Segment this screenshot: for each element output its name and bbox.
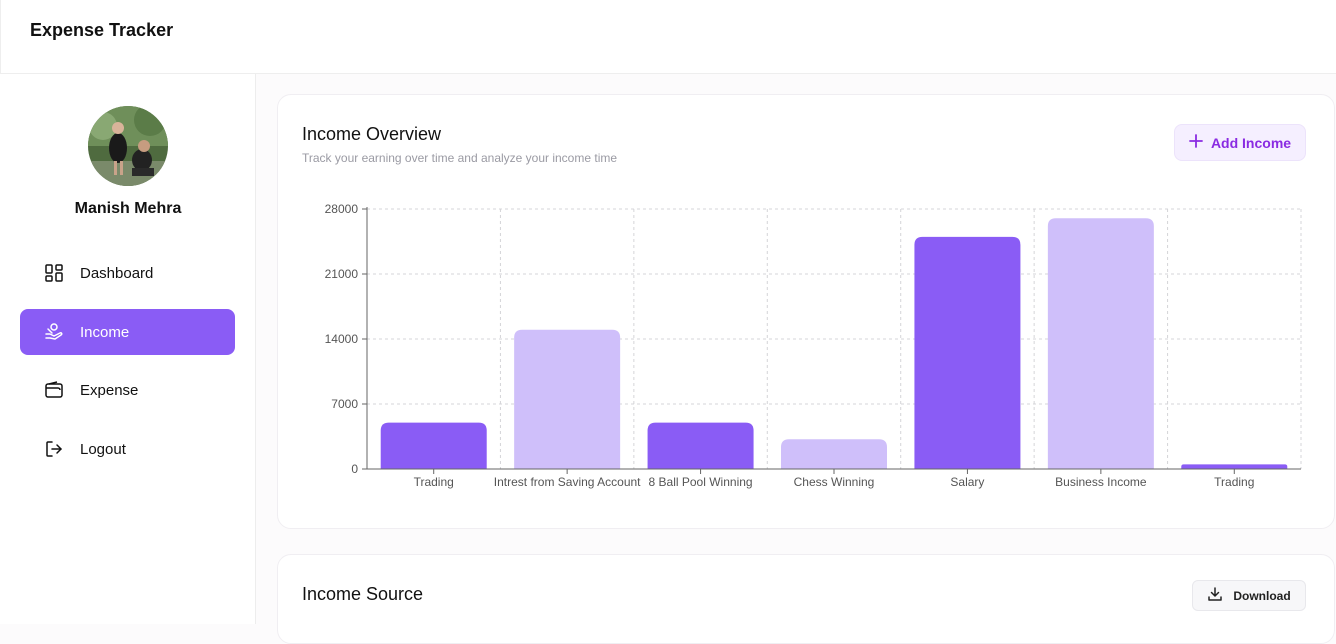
logout-icon (44, 439, 64, 459)
bar (514, 329, 621, 469)
x-tick-label: 8 Ball Pool Winning (649, 475, 753, 489)
y-tick-label: 0 (351, 462, 358, 476)
bar (914, 236, 1021, 469)
plus-icon (1189, 134, 1203, 151)
download-icon (1207, 586, 1223, 605)
bar (1181, 464, 1288, 469)
x-tick-label: Intrest from Saving Account (494, 475, 641, 489)
bar (647, 422, 754, 469)
x-tick-label: Salary (950, 475, 984, 489)
sidebar-item-expense[interactable]: Expense (20, 367, 235, 413)
dashboard-icon (44, 263, 64, 283)
avatar (88, 106, 168, 186)
top-bar: Expense Tracker (0, 0, 1336, 74)
wallet-icon (44, 380, 64, 400)
add-income-button[interactable]: Add Income (1174, 124, 1306, 161)
sidebar-item-income[interactable]: Income (20, 309, 235, 355)
x-tick-label: Business Income (1055, 475, 1147, 489)
add-income-label: Add Income (1210, 134, 1292, 151)
y-tick-label: 21000 (325, 267, 359, 281)
y-tick-label: 28000 (325, 202, 359, 216)
y-tick-label: 14000 (325, 332, 359, 346)
bar (781, 439, 887, 469)
download-label: Download (1233, 588, 1291, 603)
income-source-title: Income Source (302, 584, 424, 604)
sidebar-item-logout[interactable]: Logout (20, 426, 235, 472)
bar (1047, 218, 1154, 469)
x-tick-label: Trading (414, 475, 454, 489)
income-overview-card: Income Overview Track your earning over … (277, 94, 1335, 529)
app-title: Expense Tracker (30, 20, 174, 40)
sidebar: Manish Mehra Dashboard Income Expense Lo… (0, 74, 256, 624)
bar (380, 422, 487, 469)
sidebar-item-dashboard[interactable]: Dashboard (20, 250, 235, 296)
income-overview-title: Income Overview (302, 124, 442, 144)
income-bar-chart: 0 7000 14000 21000 28000 Trading Intrest from … (325, 202, 1302, 489)
income-icon (44, 322, 64, 342)
download-button[interactable]: Download (1192, 580, 1306, 611)
income-overview-subtitle: Track your earning over time and analyze… (302, 151, 618, 165)
x-tick-label: Trading (1214, 475, 1254, 489)
x-tick-label: Chess Winning (794, 475, 875, 489)
sidebar-item-label: Income (80, 323, 130, 341)
sidebar-item-label: Logout (80, 440, 126, 458)
sidebar-item-label: Dashboard (80, 264, 154, 282)
main-content: Income Overview Track your earning over … (256, 74, 1336, 644)
y-tick-label: 7000 (331, 397, 358, 411)
user-name: Manish Mehra (74, 200, 182, 217)
sidebar-item-label: Expense (80, 381, 139, 399)
income-source-card: Income Source Download (277, 554, 1335, 644)
